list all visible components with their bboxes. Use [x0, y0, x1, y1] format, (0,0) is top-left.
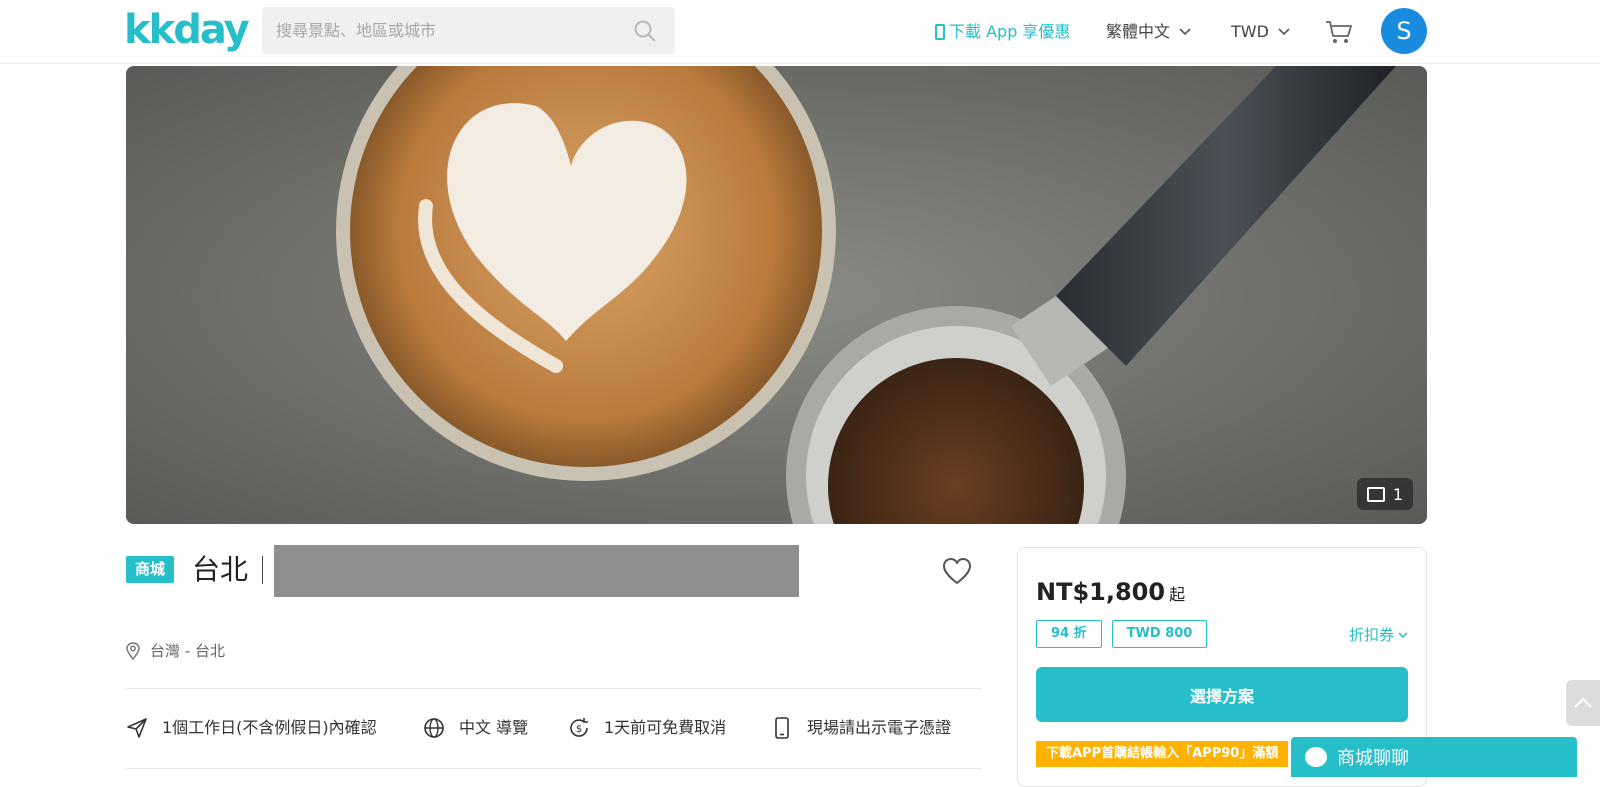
- coupon-toggle[interactable]: 折扣券: [1349, 624, 1408, 645]
- feature-cancellation: $ 1天前可免費取消: [568, 716, 771, 740]
- discount-chip: 94 折: [1036, 620, 1102, 648]
- chevron-down-icon: [1398, 631, 1408, 638]
- redacted-title: [274, 545, 799, 597]
- coffee-photo: [126, 66, 1427, 524]
- heart-icon[interactable]: [942, 557, 972, 585]
- user-avatar[interactable]: S: [1381, 8, 1427, 54]
- currency-label: TWD: [1231, 22, 1269, 41]
- feature-confirmation: 1個工作日(不含例假日)內確認: [126, 716, 423, 740]
- send-icon: [127, 718, 147, 738]
- product-location: 台灣 - 台北: [126, 640, 225, 662]
- chat-label: 商城聊聊: [1337, 748, 1409, 769]
- search-bar[interactable]: [262, 7, 675, 54]
- title-separator: [262, 556, 263, 584]
- language-label: 繁體中文: [1106, 22, 1171, 41]
- photo-count-badge[interactable]: 1: [1356, 478, 1413, 510]
- coupon-label: 折扣券: [1348, 626, 1394, 644]
- svg-text:$: $: [576, 724, 582, 735]
- globe-icon: [424, 718, 444, 738]
- chat-widget[interactable]: 商城聊聊: [1291, 737, 1577, 777]
- kkday-logo[interactable]: kkday: [124, 6, 250, 54]
- top-header: kkday 下載 App 享優惠 繁體中文 TWD S: [0, 0, 1600, 64]
- feature-label: 現場請出示電子憑證: [807, 718, 952, 737]
- chevron-down-icon: [1278, 28, 1290, 36]
- download-app-link[interactable]: 下載 App 享優惠: [935, 20, 1070, 44]
- product-features: 1個工作日(不含例假日)內確認 中文 導覽 $ 1天前可免費取消 現場請出示電子…: [126, 716, 951, 740]
- product-title-city: 台北: [192, 553, 249, 586]
- mall-tag: 商城: [126, 556, 175, 583]
- chevron-down-icon: [1179, 28, 1191, 36]
- search-icon[interactable]: [633, 19, 657, 43]
- mobile-icon: [775, 717, 789, 739]
- chevron-up-icon: [1574, 697, 1592, 708]
- feature-label: 1個工作日(不含例假日)內確認: [162, 718, 377, 737]
- amount-chip: TWD 800: [1111, 620, 1208, 648]
- currency-selector[interactable]: TWD: [1231, 20, 1291, 44]
- location-pin-icon: [126, 642, 140, 660]
- photo-count-value: 1: [1392, 484, 1403, 504]
- back-to-top-button[interactable]: [1566, 680, 1600, 726]
- price-value: NT$1,800: [1036, 578, 1166, 606]
- divider: [126, 768, 982, 769]
- promo-banner: 下載APP首購結帳輸入「APP90」滿額: [1036, 741, 1289, 767]
- download-app-label: 下載 App 享優惠: [949, 22, 1071, 41]
- discount-chips: 94 折 TWD 800: [1036, 620, 1208, 648]
- feature-label: 中文 導覽: [459, 718, 529, 737]
- cart-icon[interactable]: [1325, 19, 1353, 45]
- chat-bubble-icon: [1305, 747, 1327, 767]
- image-icon: [1366, 486, 1385, 502]
- feature-language: 中文 導覽: [423, 716, 568, 740]
- refund-icon: $: [570, 718, 588, 737]
- divider: [126, 688, 982, 689]
- select-plan-button[interactable]: 選擇方案: [1036, 667, 1408, 722]
- language-selector[interactable]: 繁體中文: [1106, 20, 1192, 44]
- price-from-label: 起: [1169, 585, 1186, 604]
- price-display: NT$1,800 起: [1036, 576, 1185, 611]
- product-hero-image[interactable]: 1: [126, 66, 1427, 524]
- feature-voucher: 現場請出示電子憑證: [771, 716, 951, 740]
- location-text: 台灣 - 台北: [150, 642, 225, 660]
- mobile-icon: [935, 24, 945, 40]
- search-input[interactable]: [276, 7, 616, 54]
- feature-label: 1天前可免費取消: [604, 718, 727, 737]
